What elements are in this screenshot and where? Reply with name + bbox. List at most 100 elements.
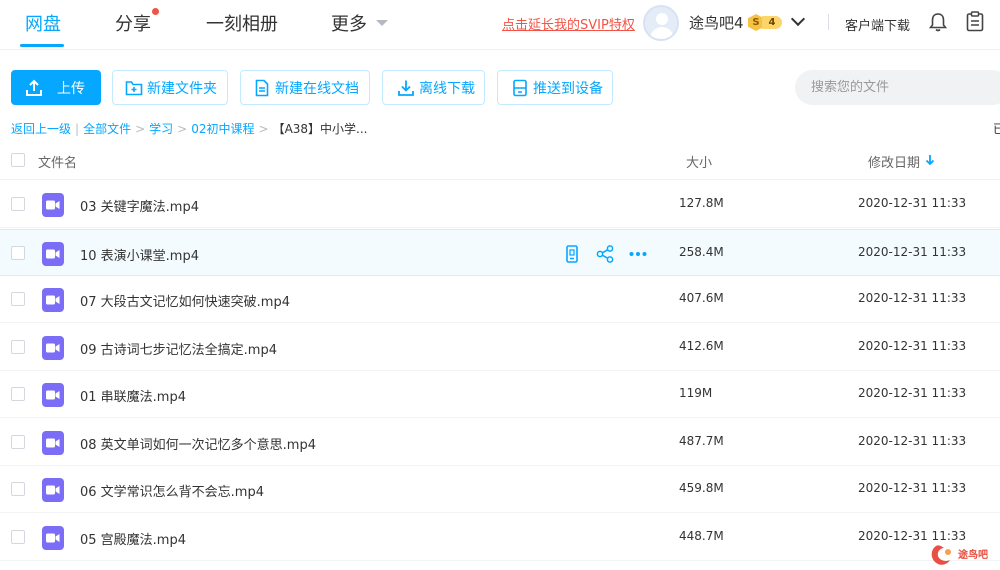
table-header: 文件名 大小 修改日期 [0,140,1000,180]
upload-label: 上传 [57,80,85,97]
file-date: 2020-12-31 11:33 [858,434,967,448]
more-options-icon[interactable] [628,244,648,264]
file-name[interactable]: 09 古诗词七步记忆法全搞定.mp4 [80,339,277,358]
row-checkbox[interactable] [11,387,25,401]
select-all-checkbox[interactable] [11,153,25,167]
divider [828,14,829,30]
table-row[interactable]: 07 大段古文记忆如何快速突破.mp4 407.6M 2020-12-31 11:3… [0,276,1000,323]
table-row[interactable]: 01 串联魔法.mp4 119M 2020-12-31 11:33 [0,371,1000,418]
tab-more[interactable]: 更多 [331,10,367,36]
row-checkbox[interactable] [11,435,25,449]
table-row[interactable]: 03 关键字魔法.mp4 127.8M 2020-12-31 11:33 [0,181,1000,228]
file-size: 127.8M [679,196,724,210]
file-name[interactable]: 05 宫殿魔法.mp4 [80,529,186,548]
file-name[interactable]: 03 关键字魔法.mp4 [80,196,199,215]
breadcrumb-item-all-files[interactable]: 全部文件 [83,122,131,136]
file-name[interactable]: 10 表演小课堂.mp4 [80,245,199,264]
active-tab-indicator [20,44,64,47]
video-file-icon [42,478,64,502]
row-checkbox[interactable] [11,197,25,211]
tab-share[interactable]: 分享 [115,10,151,36]
new-online-doc-button[interactable]: 新建在线文档 [240,70,370,105]
client-download-link[interactable]: 客户端下载 [845,15,910,34]
row-checkbox[interactable] [11,482,25,496]
vip-level-badge: S 4 [748,14,784,31]
new-folder-button[interactable]: 新建文件夹 [112,70,228,105]
table-row[interactable]: 08 英文单词如何一次记忆多个意思.mp4 487.7M 2020-12-31 11… [0,419,1000,466]
column-header-date[interactable]: 修改日期 [868,152,920,171]
notification-dot [152,8,159,15]
breadcrumb-back[interactable]: 返回上一级 [11,122,71,136]
file-name[interactable]: 06 文学常识怎么背不会忘.mp4 [80,481,264,500]
table-row[interactable]: 09 古诗词七步记忆法全搞定.mp4 412.6M 2020-12-31 11:33 [0,324,1000,371]
video-file-icon [42,193,64,217]
sort-down-arrow-icon[interactable] [925,154,935,166]
loaded-count-text: 已 [993,122,1000,136]
file-date: 2020-12-31 11:33 [858,481,967,495]
svip-extend-link[interactable]: 点击延长我的SVIP特权 [502,14,635,33]
video-file-icon [42,336,64,360]
table-row[interactable]: 10 表演小课堂.mp4 258.4M 2020-12-31 11:33 [0,229,1000,276]
breadcrumb-item-middle-school[interactable]: 02初中课程 [191,122,254,136]
file-size: 119M [679,386,713,400]
top-nav: 网盘 分享 一刻相册 更多 点击延长我的SVIP特权 途鸟吧4 S 4 客户端下… [0,0,1000,50]
search-input[interactable] [795,70,1000,105]
file-name[interactable]: 08 英文单词如何一次记忆多个意思.mp4 [80,434,316,453]
row-checkbox[interactable] [11,292,25,306]
download-icon [398,80,414,96]
username[interactable]: 途鸟吧4 [689,12,744,33]
row-checkbox[interactable] [11,246,25,260]
video-file-icon [42,526,64,550]
user-menu-chevron-icon[interactable] [790,11,806,27]
file-date: 2020-12-31 11:33 [858,386,967,400]
breadcrumb-current: 【A38】中小学... [272,122,368,136]
avatar[interactable] [643,5,679,41]
file-size: 407.6M [679,291,724,305]
tab-moment-album[interactable]: 一刻相册 [206,10,278,36]
file-size: 258.4M [679,245,724,259]
upload-icon [26,79,42,96]
file-date: 2020-12-31 11:33 [858,339,967,353]
new-online-doc-label: 新建在线文档 [275,80,359,97]
row-checkbox[interactable] [11,340,25,354]
file-name[interactable]: 01 串联魔法.mp4 [80,386,186,405]
file-size: 448.7M [679,529,724,543]
clipboard-icon[interactable] [966,11,984,32]
column-header-size[interactable]: 大小 [686,152,712,171]
watermark-text: 途鸟吧 [958,550,988,561]
file-name[interactable]: 07 大段古文记忆如何快速突破.mp4 [80,291,290,310]
send-to-phone-icon[interactable] [562,244,582,264]
file-size: 412.6M [679,339,724,353]
tab-netdisk[interactable]: 网盘 [25,10,61,36]
column-header-name[interactable]: 文件名 [38,152,77,171]
video-file-icon [42,383,64,407]
file-size: 487.7M [679,434,724,448]
video-file-icon [42,288,64,312]
file-date: 2020-12-31 11:33 [858,291,967,305]
video-file-icon [42,242,64,266]
file-date: 2020-12-31 11:33 [858,196,967,210]
video-file-icon [42,431,64,455]
new-folder-label: 新建文件夹 [147,80,217,97]
table-row[interactable]: 05 宫殿魔法.mp4 448.7M 2020-12-31 11:33 [0,514,1000,561]
file-date: 2020-12-31 11:33 [858,245,967,259]
breadcrumb: 返回上一级 | 全部文件 > 学习 >02初中课程 > 【A38】中小学... [11,122,368,136]
upload-button[interactable]: 上传 [11,70,101,105]
chevron-down-icon[interactable] [376,20,388,26]
breadcrumb-item-study[interactable]: 学习 [149,122,173,136]
device-icon [513,79,527,96]
folder-plus-icon [125,80,143,95]
vip-number: 4 [762,16,782,29]
push-to-device-button[interactable]: 推送到设备 [497,70,613,105]
offline-download-button[interactable]: 离线下载 [382,70,485,105]
push-to-device-label: 推送到设备 [533,80,603,97]
row-checkbox[interactable] [11,530,25,544]
share-icon[interactable] [595,244,615,264]
offline-download-label: 离线下载 [419,80,475,97]
file-size: 459.8M [679,481,724,495]
table-row[interactable]: 06 文学常识怎么背不会忘.mp4 459.8M 2020-12-31 11:33 [0,466,1000,513]
row-actions [562,244,652,264]
document-icon [255,79,269,96]
file-date: 2020-12-31 11:33 [858,529,967,543]
bell-icon[interactable] [929,12,947,32]
